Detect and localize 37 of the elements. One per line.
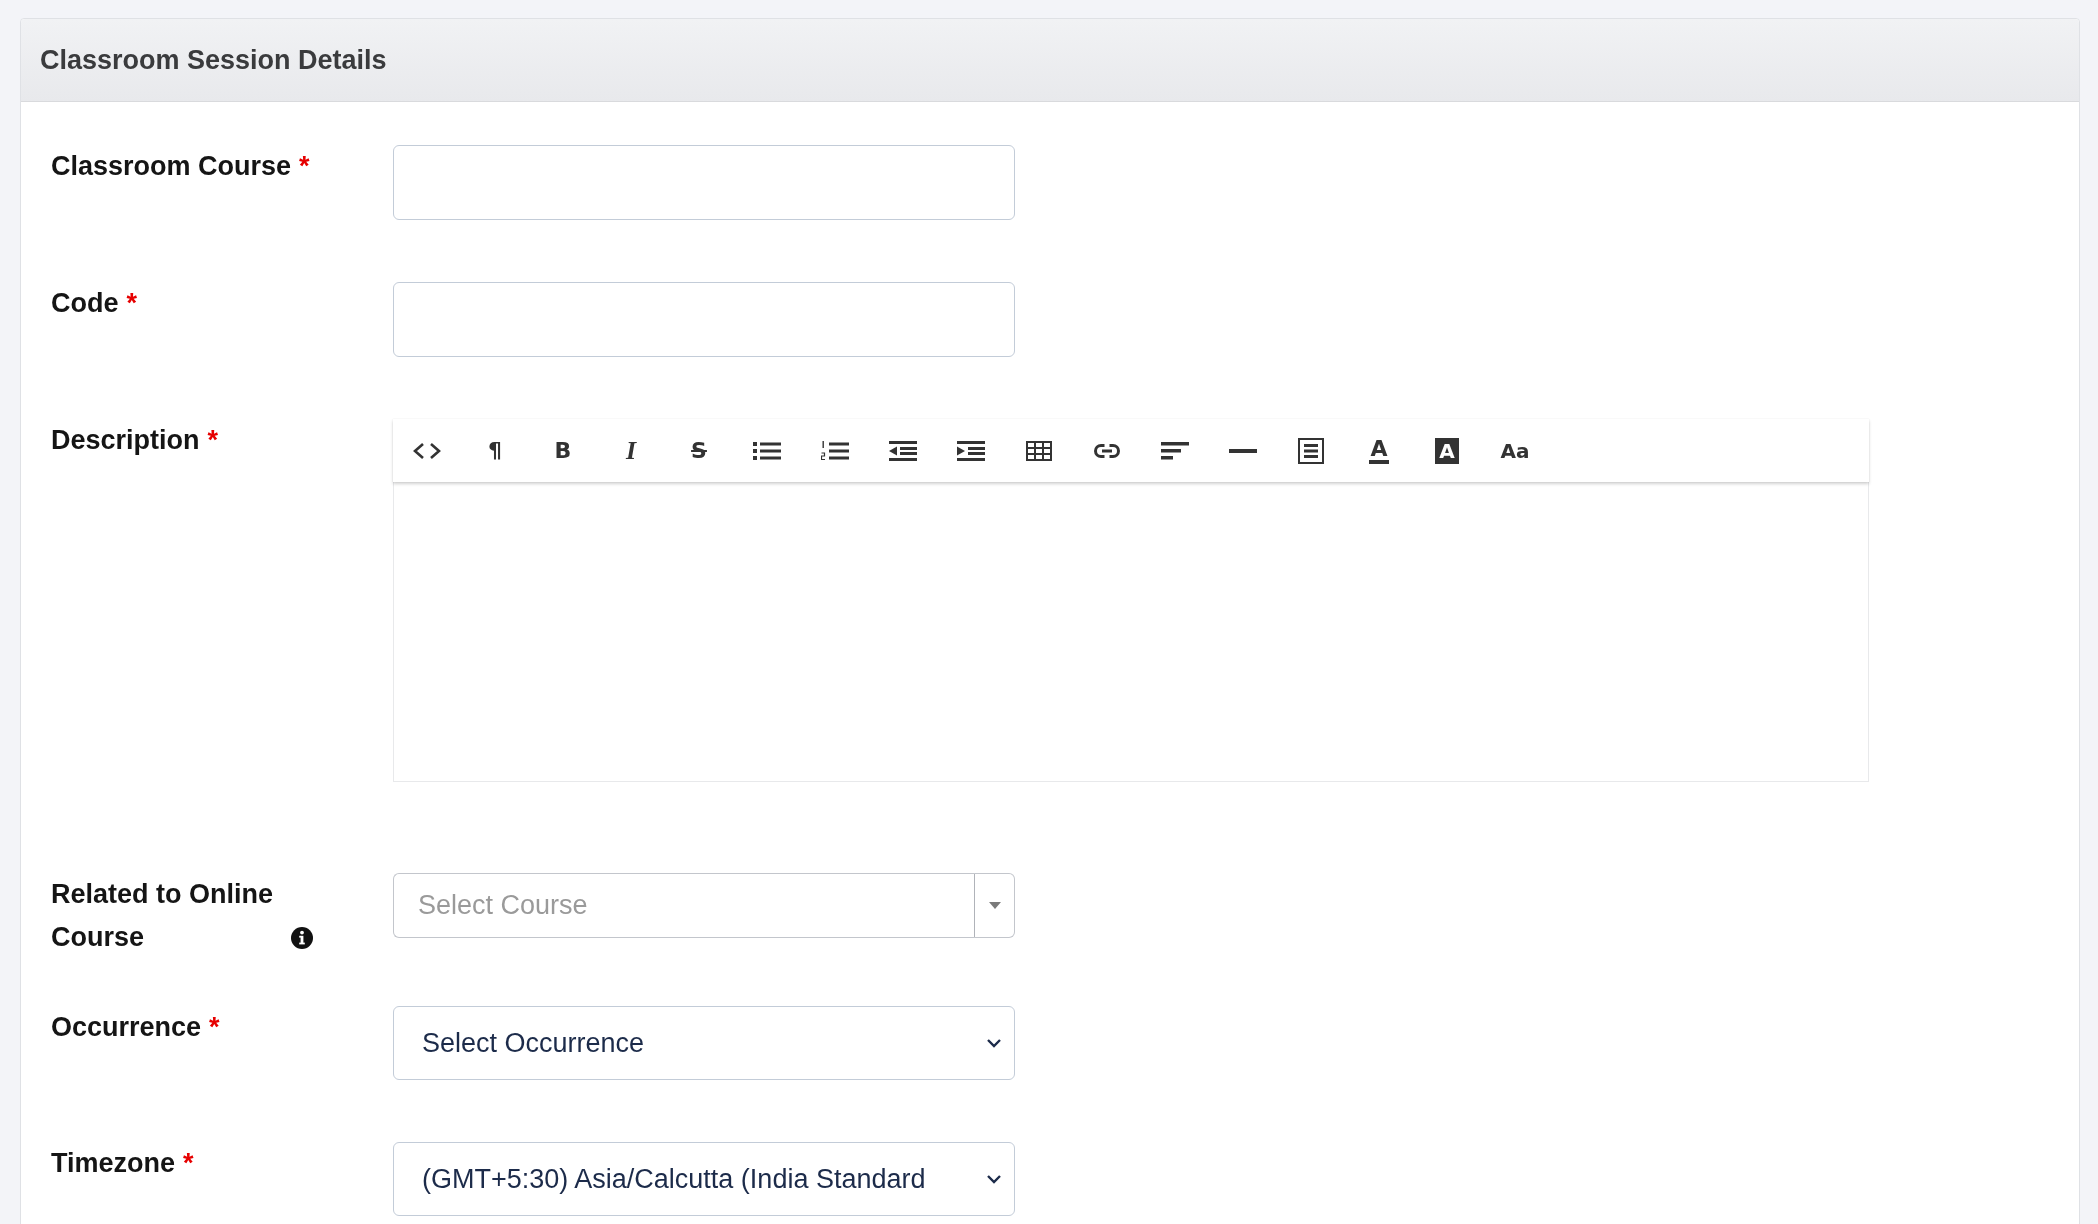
select-field[interactable]: Select Occurrence bbox=[393, 1006, 1015, 1080]
field-label: Occurrence bbox=[51, 1012, 202, 1042]
code-icon bbox=[413, 441, 441, 460]
text-input[interactable] bbox=[393, 282, 1015, 357]
chevron-down-icon bbox=[986, 1174, 1002, 1184]
field-label: Description bbox=[51, 425, 200, 455]
boxed-lines-icon bbox=[1298, 437, 1324, 464]
table-icon bbox=[1026, 440, 1052, 461]
align-left-icon bbox=[1161, 441, 1189, 460]
text-color-button[interactable]: A bbox=[1345, 419, 1413, 482]
paragraph-button[interactable]: ¶ bbox=[461, 419, 529, 482]
link-icon bbox=[1093, 442, 1121, 459]
required-mark: * bbox=[209, 1012, 220, 1042]
required-mark: * bbox=[126, 288, 137, 318]
panel-title: Classroom Session Details bbox=[40, 44, 387, 76]
bullet-list-icon bbox=[753, 440, 781, 461]
required-mark: * bbox=[183, 1148, 194, 1178]
required-mark: * bbox=[299, 151, 310, 181]
italic-button[interactable]: I bbox=[597, 419, 665, 482]
chevron-down-icon bbox=[986, 1038, 1002, 1048]
field-label: Classroom Course bbox=[51, 151, 292, 181]
field-label: Timezone bbox=[51, 1148, 176, 1178]
info-icon[interactable] bbox=[291, 927, 313, 949]
bold-button[interactable]: B bbox=[529, 419, 597, 482]
field-label: Related to Online Course bbox=[51, 878, 275, 954]
outdent-icon bbox=[889, 440, 917, 461]
select-field[interactable]: (GMT+5:30) Asia/Calcutta (India Standard bbox=[393, 1142, 1015, 1216]
caret-down-icon bbox=[988, 902, 1001, 909]
strikethrough-button[interactable]: S bbox=[665, 419, 733, 482]
combo-input[interactable]: Select Course bbox=[393, 873, 974, 938]
numbered-list-icon bbox=[821, 440, 849, 461]
field-label: Code bbox=[51, 288, 119, 318]
font-size-button[interactable]: Aa bbox=[1481, 419, 1549, 482]
indent-icon bbox=[957, 440, 985, 461]
required-mark: * bbox=[207, 425, 219, 455]
highlight-button[interactable]: A bbox=[1413, 419, 1481, 482]
text-input[interactable] bbox=[393, 145, 1015, 220]
